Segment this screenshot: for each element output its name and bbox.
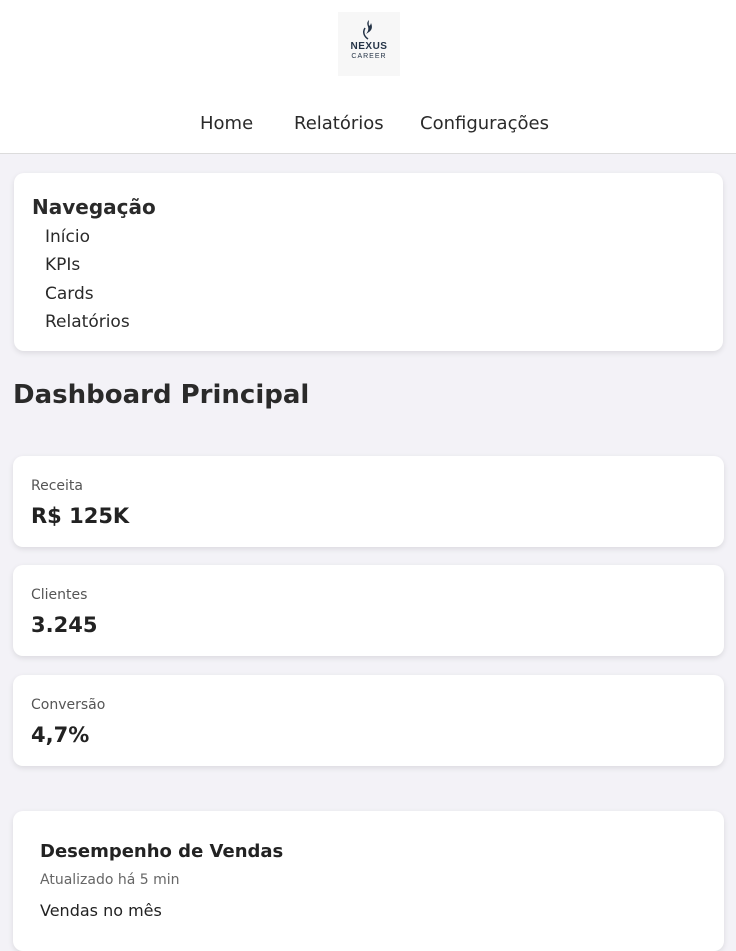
kpi-value: 4,7% <box>31 723 90 747</box>
sidebar-item-cards[interactable]: Cards <box>45 283 94 305</box>
nav-reports-link[interactable]: Relatórios <box>294 112 384 136</box>
sidebar-item-inicio[interactable]: Início <box>45 226 90 248</box>
navigation-panel: Navegação Início KPIs Cards Relatórios <box>14 173 723 351</box>
top-header: NEXUS CAREER Home Relatórios Configuraçõ… <box>0 0 736 154</box>
navigation-title: Navegação <box>32 195 156 219</box>
kpi-label: Clientes <box>31 587 88 603</box>
brand-name: NEXUS <box>350 41 388 52</box>
brand-tagline: CAREER <box>351 53 387 60</box>
kpi-card-clients: Clientes 3.245 <box>13 565 724 656</box>
kpi-label: Receita <box>31 478 83 494</box>
nav-settings-link[interactable]: Configurações <box>420 112 549 136</box>
brand-logo[interactable]: NEXUS CAREER <box>338 12 400 76</box>
flame-icon <box>363 20 372 40</box>
nav-home-link[interactable]: Home <box>200 112 253 136</box>
performance-metric-label: Vendas no mês <box>40 901 162 920</box>
sales-performance-card: Desempenho de Vendas Atualizado há 5 min… <box>13 811 724 951</box>
sidebar-item-kpis[interactable]: KPIs <box>45 254 80 276</box>
kpi-card-revenue: Receita R$ 125K <box>13 456 724 547</box>
top-navigation: Home Relatórios Configurações <box>0 112 736 136</box>
kpi-label: Conversão <box>31 697 106 713</box>
kpi-value: R$ 125K <box>31 504 130 528</box>
performance-title: Desempenho de Vendas <box>40 841 284 862</box>
kpi-card-conversion: Conversão 4,7% <box>13 675 724 766</box>
page-title: Dashboard Principal <box>13 380 310 410</box>
kpi-value: 3.245 <box>31 613 98 637</box>
performance-updated-timestamp: Atualizado há 5 min <box>40 872 180 888</box>
sidebar-item-relatorios[interactable]: Relatórios <box>45 311 130 333</box>
